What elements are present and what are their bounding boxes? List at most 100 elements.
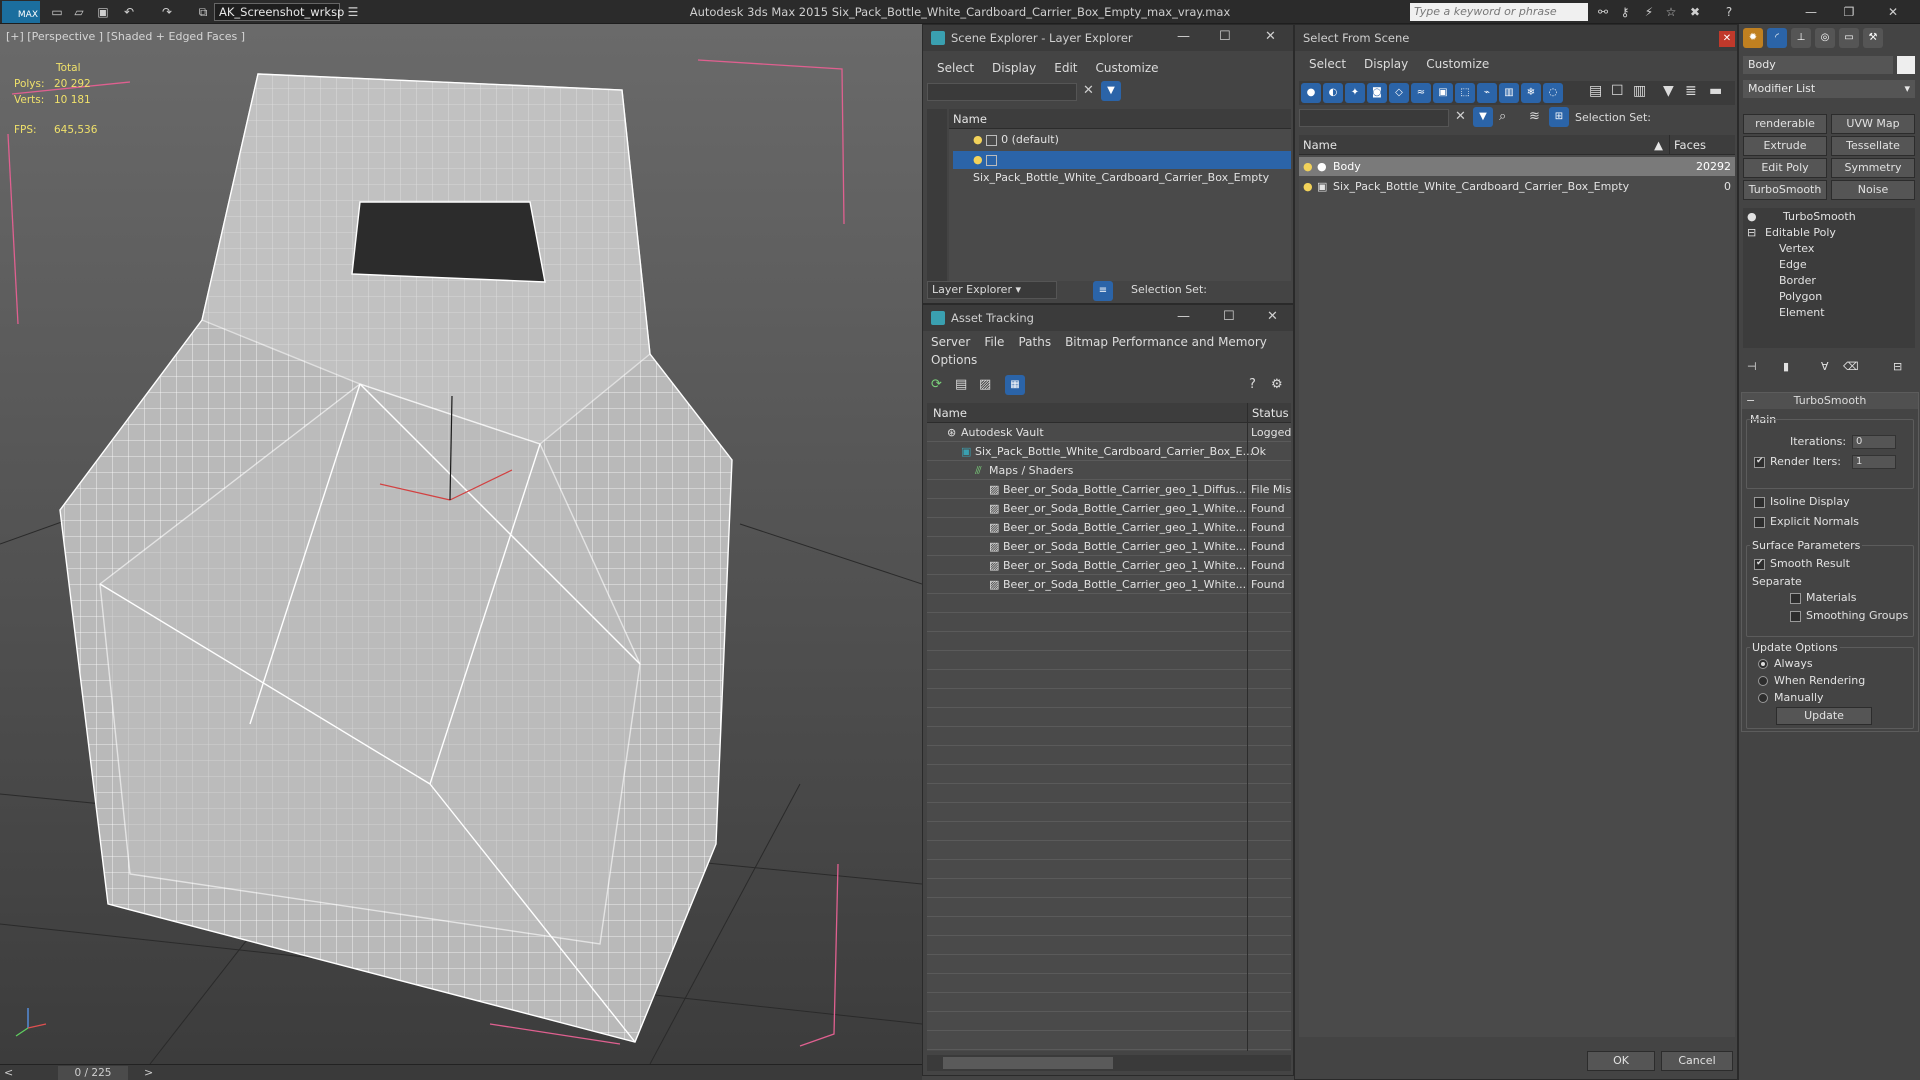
table-view-icon[interactable]: ▦ xyxy=(1005,375,1025,395)
show-end-result-icon[interactable]: ▮ xyxy=(1783,360,1789,373)
menu-display[interactable]: Display xyxy=(992,61,1036,75)
frame-counter[interactable]: 0 / 225 xyxy=(58,1066,128,1080)
menu-file[interactable]: File xyxy=(984,335,1004,349)
help-icon[interactable]: ? xyxy=(1720,3,1738,21)
menu-server[interactable]: Server xyxy=(931,335,970,349)
modifier-button-tessellate[interactable]: Tessellate xyxy=(1831,136,1915,156)
rollout-header[interactable]: − TurboSmooth xyxy=(1742,393,1918,409)
open-file-icon[interactable]: ▱ xyxy=(70,3,88,21)
menu-display[interactable]: Display xyxy=(1364,57,1408,71)
asset-horizontal-scrollbar[interactable] xyxy=(927,1055,1291,1071)
bulb-icon[interactable]: ● xyxy=(1747,210,1757,223)
time-prev-button[interactable]: < xyxy=(4,1066,13,1079)
smooth-result-checkbox[interactable] xyxy=(1754,558,1765,570)
clear-search-icon[interactable]: ✕ xyxy=(1455,109,1466,124)
minimize-icon[interactable]: — xyxy=(1177,29,1190,44)
save-icon[interactable]: ▣ xyxy=(94,3,112,21)
exchange-icon[interactable]: ⚡ xyxy=(1640,3,1658,21)
modifier-button-symmetry[interactable]: Symmetry xyxy=(1831,158,1915,178)
display-geometry-icon[interactable]: ● xyxy=(1301,83,1321,103)
minimize-icon[interactable]: — xyxy=(1802,3,1820,21)
configure-sets-icon[interactable]: ⊟ xyxy=(1893,360,1902,373)
modifier-button-uvw-map[interactable]: UVW Map xyxy=(1831,114,1915,134)
object-color-swatch[interactable] xyxy=(1897,56,1915,74)
display-tab-icon[interactable]: ▭ xyxy=(1839,28,1859,48)
when-rendering-radio[interactable] xyxy=(1758,676,1768,686)
new-file-icon[interactable]: ▭ xyxy=(48,3,66,21)
close-app-icon[interactable]: ✕ xyxy=(1884,3,1902,21)
object-name-field[interactable]: Body xyxy=(1743,56,1893,74)
modify-tab-icon[interactable]: ◜ xyxy=(1767,28,1787,48)
manually-radio[interactable] xyxy=(1758,693,1768,703)
light-bulb-icon[interactable]: ● xyxy=(1303,157,1313,176)
smoothing-groups-checkbox[interactable] xyxy=(1790,611,1801,622)
object-row-carrier[interactable]: ● ▣ Six_Pack_Bottle_White_Cardboard_Carr… xyxy=(1299,177,1735,196)
ok-button[interactable]: OK xyxy=(1587,1051,1655,1071)
collapse-icon[interactable]: ▬ xyxy=(1709,83,1722,99)
menu-customize[interactable]: Customize xyxy=(1096,61,1159,75)
light-bulb-icon[interactable]: ● xyxy=(973,153,983,166)
filter-icon[interactable]: ▼ xyxy=(1663,83,1674,99)
select-none-icon[interactable]: ☐ xyxy=(1611,83,1624,99)
help-icon[interactable]: ? xyxy=(1249,377,1256,392)
layer-row-carrier[interactable]: ● Six_Pack_Bottle_White_Cardboard_Carrie… xyxy=(953,151,1291,184)
explicit-normals-checkbox[interactable] xyxy=(1754,517,1765,528)
tools-icon[interactable]: ✖ xyxy=(1686,3,1704,21)
collapse-icon[interactable]: ⊟ xyxy=(1747,226,1756,239)
asset-row[interactable]: ▨ Beer_or_Soda_Bottle_Carrier_geo_1_White… xyxy=(927,518,1291,537)
asset-col-status[interactable]: Status xyxy=(1247,403,1291,423)
modifier-button-noise[interactable]: Noise xyxy=(1831,180,1915,200)
asset-row[interactable]: ▨ Beer_or_Soda_Bottle_Carrier_geo_1_Diffu… xyxy=(927,480,1291,499)
display-xrefs-icon[interactable]: ⬚ xyxy=(1455,83,1475,103)
stack-item-polygon[interactable]: Polygon xyxy=(1779,290,1822,303)
render-iters-spinner[interactable]: 1 xyxy=(1852,455,1896,469)
explorer-type-dropdown[interactable]: Layer Explorer ▾ xyxy=(927,281,1057,299)
modifier-button-turbosmooth[interactable]: TurboSmooth xyxy=(1743,180,1827,200)
select-invert-icon[interactable]: ▥ xyxy=(1633,83,1646,99)
app-logo-icon[interactable]: MAX xyxy=(2,1,40,23)
object-row-body[interactable]: ● ● Body 20292 xyxy=(1299,157,1735,176)
modifier-list-dropdown[interactable]: Modifier List ▾ xyxy=(1743,80,1915,98)
display-bones-icon[interactable]: ⌁ xyxy=(1477,83,1497,103)
create-tab-icon[interactable]: ✹ xyxy=(1743,28,1763,48)
utilities-tab-icon[interactable]: ⚒ xyxy=(1863,28,1883,48)
materials-checkbox[interactable] xyxy=(1790,593,1801,604)
find-icon[interactable]: ⌕ xyxy=(1499,109,1506,124)
modifier-button-extrude[interactable]: Extrude xyxy=(1743,136,1827,156)
project-folder-icon[interactable]: ⧉ xyxy=(194,3,212,21)
col-name-header[interactable]: Name ▲ xyxy=(1299,135,1669,155)
display-cameras-icon[interactable]: ◙ xyxy=(1367,83,1387,103)
display-spacewarps-icon[interactable]: ≈ xyxy=(1411,83,1431,103)
restore-icon[interactable]: ❐ xyxy=(1840,3,1858,21)
stack-item-edge[interactable]: Edge xyxy=(1779,258,1807,271)
hierarchy-icon[interactable]: ≣ xyxy=(1685,83,1697,99)
perspective-viewport[interactable]: [+] [Perspective ] [Shaded + Edged Faces… xyxy=(0,24,922,1064)
display-hidden-icon[interactable]: ◌ xyxy=(1543,83,1563,103)
explorer-search-input[interactable] xyxy=(927,83,1077,101)
stack-item-border[interactable]: Border xyxy=(1779,274,1816,287)
asset-col-name[interactable]: Name xyxy=(927,403,1247,423)
light-bulb-icon[interactable]: ● xyxy=(1303,177,1313,196)
menu-customize[interactable]: Customize xyxy=(1426,57,1489,71)
display-frozen-icon[interactable]: ❄ xyxy=(1521,83,1541,103)
layer-icon[interactable]: ≋ xyxy=(1529,109,1540,124)
layer-explorer-icon[interactable]: ≡ xyxy=(1093,281,1113,301)
filter-toggle-icon[interactable]: ▼ xyxy=(1473,107,1493,127)
maximize-icon[interactable]: ☐ xyxy=(1219,29,1231,44)
settings-icon[interactable]: ⚙ xyxy=(1271,377,1283,392)
stack-item-editable-poly[interactable]: Editable Poly xyxy=(1765,226,1836,239)
iterations-spinner[interactable]: 0 xyxy=(1852,435,1896,449)
light-bulb-icon[interactable]: ● xyxy=(973,133,983,146)
menu-select[interactable]: Select xyxy=(937,61,974,75)
display-shapes-icon[interactable]: ◐ xyxy=(1323,83,1343,103)
undo-icon[interactable]: ↶ xyxy=(120,3,138,21)
time-slider[interactable]: < 0 / 225 > xyxy=(0,1064,922,1080)
asset-row[interactable]: ⊛ Autodesk Vault Logged xyxy=(927,423,1291,442)
viewport-label[interactable]: [+] [Perspective ] [Shaded + Edged Faces… xyxy=(6,30,245,43)
asset-row[interactable]: ▨ Beer_or_Soda_Bottle_Carrier_geo_1_White… xyxy=(927,556,1291,575)
close-icon[interactable]: ✕ xyxy=(1719,31,1735,47)
remove-modifier-icon[interactable]: ⌫ xyxy=(1843,360,1859,373)
star-icon[interactable]: ☆ xyxy=(1662,3,1680,21)
modifier-button-renderable-spline[interactable]: renderable Spline xyxy=(1743,114,1827,148)
hierarchy-view-icon[interactable]: ⊞ xyxy=(1549,107,1569,127)
